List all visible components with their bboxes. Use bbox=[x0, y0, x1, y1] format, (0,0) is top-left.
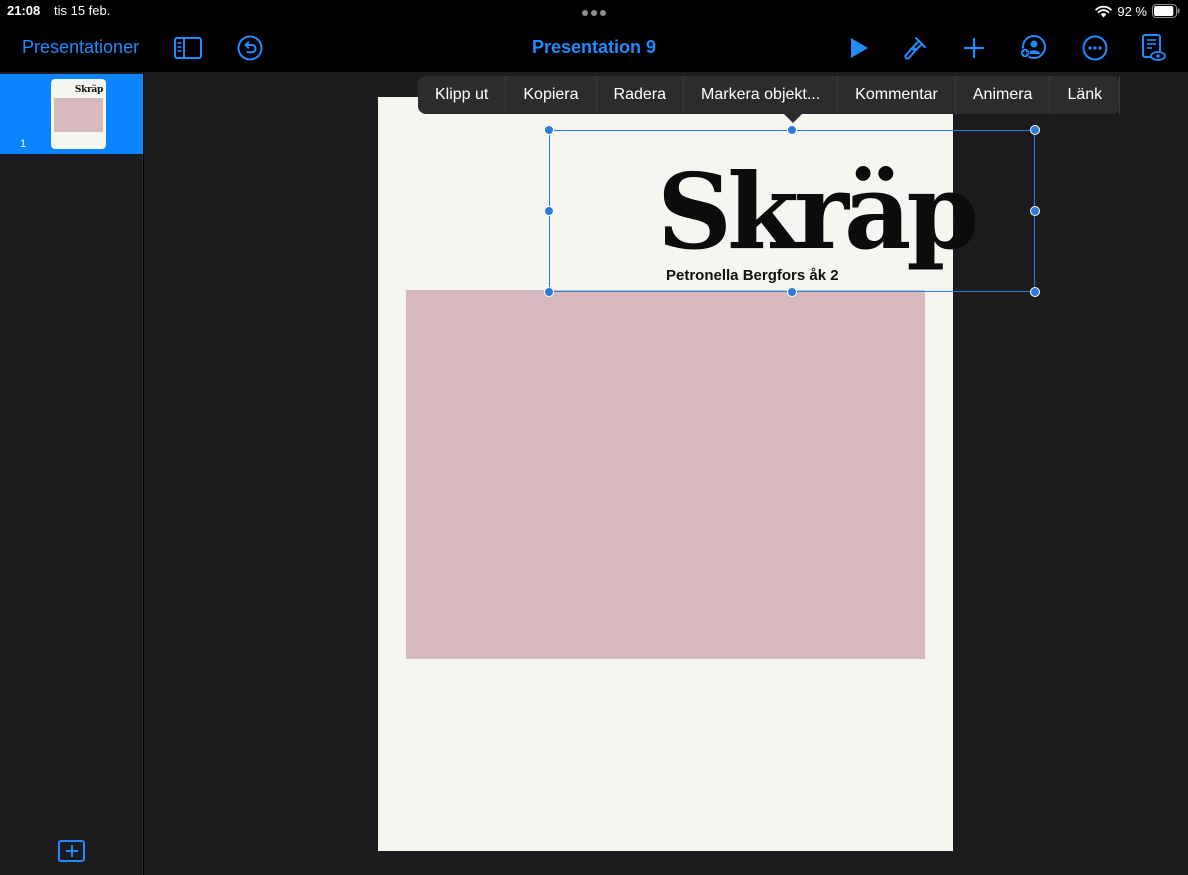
slide-thumbnail-preview: Skräp bbox=[51, 79, 106, 149]
presenter-notes-icon[interactable] bbox=[1139, 34, 1167, 62]
sidebar-toggle-icon[interactable] bbox=[174, 34, 202, 62]
menu-item-delete[interactable]: Radera bbox=[597, 76, 685, 114]
battery-percent: 92 % bbox=[1117, 3, 1147, 19]
context-menu: Klipp ut Kopiera Radera Markera objekt..… bbox=[418, 76, 1121, 123]
menu-item-comment[interactable]: Kommentar bbox=[838, 76, 956, 114]
resize-handle-top-right[interactable] bbox=[1030, 125, 1040, 135]
resize-handle-top-left[interactable] bbox=[544, 125, 554, 135]
resize-handle-bottom-left[interactable] bbox=[544, 287, 554, 297]
menu-item-copy[interactable]: Kopiera bbox=[506, 76, 597, 114]
more-icon[interactable] bbox=[1081, 34, 1109, 62]
thumbnail-title: Skräp bbox=[74, 85, 103, 95]
add-slide-icon[interactable] bbox=[58, 840, 85, 862]
menu-item-animate[interactable]: Animera bbox=[956, 76, 1051, 114]
status-date: tis 15 feb. bbox=[54, 3, 111, 18]
wifi-icon bbox=[1095, 5, 1113, 17]
selection-box[interactable] bbox=[549, 130, 1035, 292]
status-indicators: 92 % bbox=[1095, 3, 1180, 19]
paintbrush-icon[interactable] bbox=[901, 34, 929, 62]
slide-thumbnail-1[interactable]: 1 Skräp bbox=[0, 74, 143, 154]
menu-pointer-arrow bbox=[784, 114, 802, 123]
resize-handle-bottom-right[interactable] bbox=[1030, 287, 1040, 297]
menu-item-select-objects[interactable]: Markera objekt... bbox=[684, 76, 839, 114]
multitasking-dots-icon[interactable] bbox=[582, 10, 606, 16]
keynote-screen: 21:08 tis 15 feb. 92 % Presentationer Pr… bbox=[0, 0, 1188, 875]
battery-icon bbox=[1152, 4, 1180, 18]
status-bar: 21:08 tis 15 feb. 92 % bbox=[0, 0, 1188, 24]
play-icon[interactable] bbox=[845, 34, 873, 62]
resize-handle-right[interactable] bbox=[1030, 206, 1040, 216]
undo-icon[interactable] bbox=[236, 34, 264, 62]
menu-item-cut[interactable]: Klipp ut bbox=[418, 76, 507, 114]
resize-handle-left[interactable] bbox=[544, 206, 554, 216]
resize-handle-top[interactable] bbox=[787, 125, 797, 135]
slide-navigator: 1 Skräp bbox=[0, 72, 143, 875]
slide-number: 1 bbox=[20, 138, 27, 150]
resize-handle-bottom[interactable] bbox=[787, 287, 797, 297]
thumbnail-rectangle bbox=[54, 98, 103, 132]
collaborate-icon[interactable] bbox=[1019, 34, 1047, 62]
status-time: 21:08 bbox=[7, 3, 41, 18]
toolbar: Presentationer Presentation 9 bbox=[0, 24, 1188, 72]
pink-rectangle-shape[interactable] bbox=[406, 290, 925, 659]
presentations-back-button[interactable]: Presentationer bbox=[22, 37, 139, 58]
plus-icon[interactable] bbox=[960, 34, 988, 62]
menu-item-link[interactable]: Länk bbox=[1050, 76, 1121, 114]
